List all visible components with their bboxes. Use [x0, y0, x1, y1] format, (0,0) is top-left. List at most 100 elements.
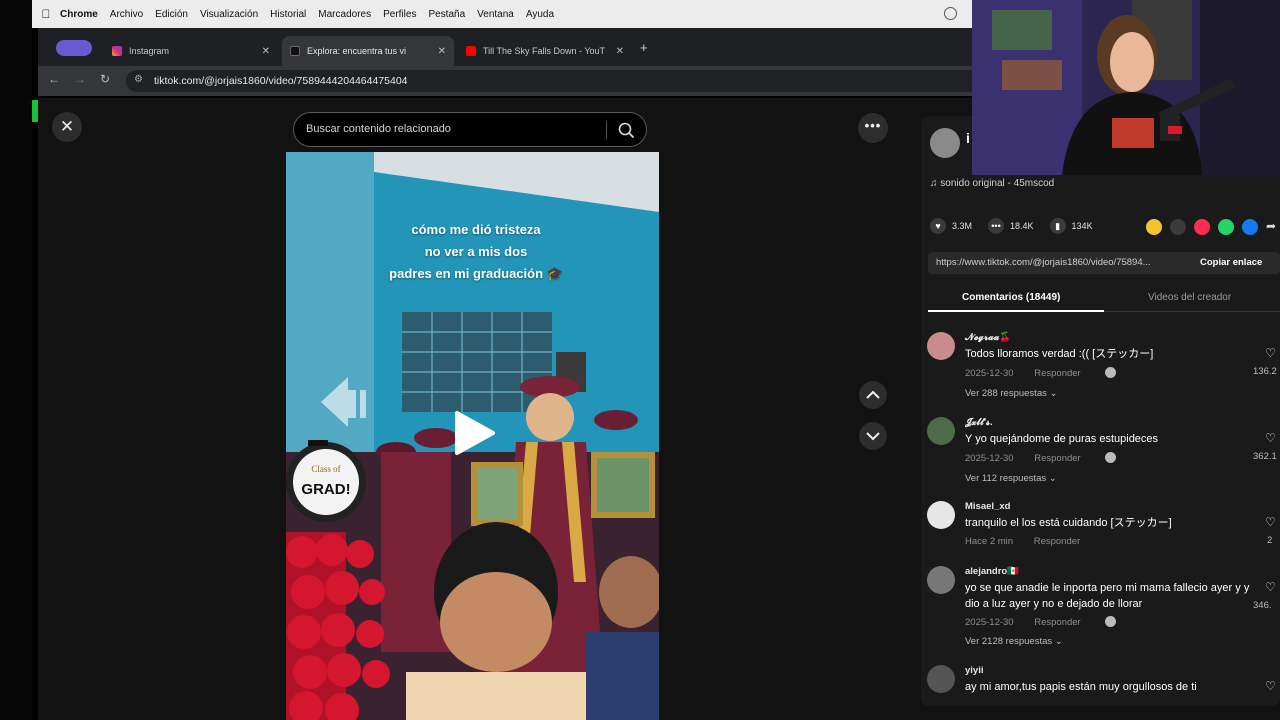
comment-date: 2025-12-30 [965, 453, 1014, 464]
menu-historial[interactable]: Historial [270, 9, 306, 20]
commenter-avatar[interactable] [927, 566, 955, 594]
commenter-name[interactable]: Misael_xd [965, 501, 1010, 512]
author-name[interactable]: i [966, 130, 970, 146]
menu-perfiles[interactable]: Perfiles [383, 9, 416, 20]
replies-label: Ver 112 respuestas [965, 473, 1047, 484]
menu-chrome[interactable]: Chrome [60, 9, 98, 20]
apple-icon[interactable]:  [32, 7, 60, 21]
search-icon[interactable] [616, 120, 636, 140]
video-link-text: https://www.tiktok.com/@jorjais1860/vide… [936, 257, 1151, 268]
forward-icon[interactable]: → [74, 72, 86, 86]
comment-button[interactable]: ••• 18.4K [988, 218, 1034, 234]
back-icon[interactable]: ← [48, 72, 60, 86]
comment-item: 𝓙𝔁𝓵𝓵'𝓼. Y yo quejándome de puras estupid… [927, 417, 1280, 497]
view-replies-button[interactable]: Ver 288 respuestas ⌄ [965, 388, 1057, 399]
comment-like-icon[interactable]: ♡ [1265, 515, 1276, 529]
whatsapp-icon[interactable] [1218, 219, 1234, 235]
author-avatar[interactable] [930, 128, 960, 158]
tab-instagram[interactable]: Instagram ✕ [104, 36, 278, 66]
reply-button[interactable]: Responder [1034, 453, 1080, 464]
comment-like-icon[interactable]: ♡ [1265, 580, 1276, 594]
like-button[interactable]: ♥ 3.3M [930, 218, 972, 234]
tab-title: Till The Sky Falls Down - YouT [483, 46, 606, 56]
commenter-avatar[interactable] [927, 665, 955, 693]
commenter-name[interactable]: alejandro🇲🇽 [965, 566, 1019, 577]
embed-code-icon[interactable] [1170, 219, 1186, 235]
comment-item: alejandro🇲🇽 yo se que anadie le inporta … [927, 566, 1280, 647]
like-count: 3.3M [952, 221, 973, 231]
url-text: tiktok.com/@jorjais1860/video/7589444204… [154, 75, 408, 87]
music-note-icon: ♫ [930, 178, 938, 189]
active-tab-indicator [928, 310, 1104, 312]
comment-text: yo se que anadie le inporta pero mi mama… [965, 582, 1250, 610]
balloon-grad-text: GRAD! [301, 481, 350, 498]
streamer-camera-image [972, 0, 1280, 175]
replies-label: Ver 288 respuestas [965, 388, 1047, 399]
commenter-avatar[interactable] [927, 332, 955, 360]
creator-liked-icon [1105, 616, 1117, 627]
sound-label[interactable]: ♫ sonido original - 45mscod [930, 178, 1054, 189]
menu-edicion[interactable]: Edición [155, 9, 188, 20]
comment-like-icon[interactable]: ♡ [1265, 346, 1276, 360]
play-icon[interactable] [453, 410, 495, 456]
send-share-icon[interactable] [1194, 219, 1210, 235]
menu-pestana[interactable]: Pestaña [428, 9, 465, 20]
comment-meta: 2025-12-30 Responder [965, 452, 1117, 464]
view-replies-button[interactable]: Ver 112 respuestas ⌄ [965, 473, 1057, 484]
comment-like-icon[interactable]: ♡ [1265, 679, 1276, 693]
new-tab-icon[interactable]: + [640, 40, 648, 55]
menu-ventana[interactable]: Ventana [477, 9, 514, 20]
close-tab-icon[interactable]: ✕ [438, 46, 446, 57]
menu-marcadores[interactable]: Marcadores [318, 9, 371, 20]
save-button[interactable]: ▮ 134K [1049, 218, 1093, 234]
copy-link-button[interactable]: Copiar enlace [1200, 257, 1262, 268]
video-caption-line-3: padres en mi graduación 🎓 [389, 266, 563, 281]
previous-video-button[interactable] [859, 381, 887, 409]
profile-icon[interactable] [56, 40, 92, 56]
close-tab-icon[interactable]: ✕ [262, 46, 270, 57]
commenter-name[interactable]: 𝓝𝓮𝓰𝓻𝓪𝓪🍒 [965, 332, 1011, 343]
tab-creator-videos[interactable]: Videos del creador [1148, 292, 1231, 303]
reload-icon[interactable]: ↻ [100, 72, 110, 86]
menu-visualizacion[interactable]: Visualización [200, 9, 258, 20]
view-replies-button[interactable]: Ver 2128 respuestas ⌄ [965, 636, 1063, 647]
site-settings-icon[interactable]: ⚙ [134, 74, 143, 85]
reply-button[interactable]: Responder [1034, 368, 1080, 379]
replies-label: Ver 2128 respuestas [965, 636, 1053, 647]
close-video-button[interactable]: ✕ [52, 112, 82, 142]
save-count: 134K [1071, 221, 1093, 231]
search-placeholder: Buscar contenido relacionado [306, 123, 451, 135]
comment-date: 2025-12-30 [965, 617, 1014, 628]
tab-comments[interactable]: Comentarios (18449) [962, 292, 1060, 303]
video-player[interactable]: Class of GRAD! cómo me dió tristeza no v… [286, 152, 659, 720]
next-video-button[interactable] [859, 422, 887, 450]
facebook-icon[interactable] [1242, 219, 1258, 235]
comment-text: ay mi amor,tus papis están muy orgulloso… [965, 681, 1197, 693]
commenter-name[interactable]: yiyii [965, 665, 984, 676]
tab-tiktok[interactable]: Explora: encuentra tus vi ✕ [282, 36, 454, 66]
comment-like-count: 346. [1253, 600, 1272, 611]
comment-text: Y yo quejándome de puras estupideces [965, 433, 1159, 445]
more-options-button[interactable]: ••• [858, 113, 888, 143]
menu-archivo[interactable]: Archivo [110, 9, 143, 20]
comment-icon: ••• [988, 218, 1005, 234]
reply-button[interactable]: Responder [1034, 617, 1080, 628]
related-search-input[interactable]: Buscar contenido relacionado [293, 112, 647, 147]
commenter-avatar[interactable] [927, 501, 955, 529]
sound-text: sonido original - 45mscod [940, 178, 1055, 189]
menu-ayuda[interactable]: Ayuda [526, 9, 554, 20]
commenter-name[interactable]: 𝓙𝔁𝓵𝓵'𝓼. [965, 417, 993, 428]
coin-share-icon[interactable] [1146, 219, 1162, 235]
close-tab-icon[interactable]: ✕ [616, 46, 624, 57]
status-icon[interactable] [944, 7, 957, 20]
share-arrow-icon[interactable]: ➦ [1266, 219, 1276, 233]
background-window-strip [0, 0, 38, 720]
comment-item: yiyii ay mi amor,tus papis están muy org… [927, 665, 1280, 705]
youtube-icon [466, 46, 476, 56]
commenter-avatar[interactable] [927, 417, 955, 445]
reply-button[interactable]: Responder [1034, 536, 1080, 547]
address-bar[interactable]: ⚙ tiktok.com/@jorjais1860/video/75894442… [126, 70, 986, 92]
comment-like-count: 362.1 [1253, 451, 1277, 462]
tab-youtube[interactable]: Till The Sky Falls Down - YouT ✕ [458, 36, 632, 66]
comment-like-icon[interactable]: ♡ [1265, 431, 1276, 445]
